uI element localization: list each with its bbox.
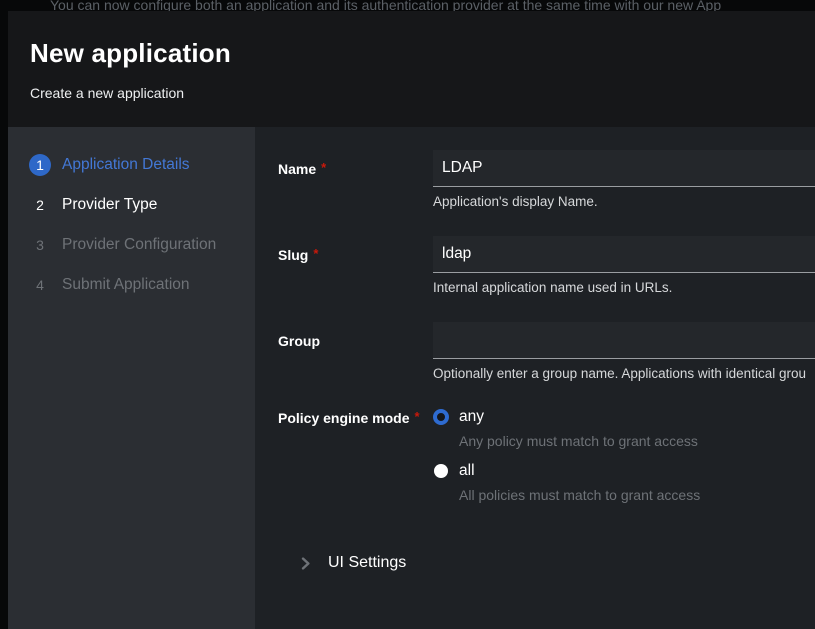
application-details-form: Name * Application's display Name. Slug * … (255, 127, 815, 629)
form-row-group: Group Optionally enter a group name. App… (278, 322, 815, 381)
modal-subtitle: Create a new application (30, 85, 815, 101)
step-label: Application Details (62, 156, 190, 174)
radio-label-all[interactable]: all (459, 462, 475, 480)
field-label-text: Policy engine mode (278, 410, 409, 426)
banner-text: You can now configure both an applicatio… (50, 0, 815, 11)
policy-any-helper: Any policy must match to grant access (459, 433, 815, 449)
group-input[interactable] (433, 322, 815, 359)
name-input[interactable] (433, 150, 815, 187)
form-row-policy-engine-mode: Policy engine mode * any Any policy must … (278, 408, 815, 516)
step-number-badge: 4 (29, 274, 51, 296)
ui-settings-group-label: UI Settings (328, 554, 406, 572)
name-field-column: Application's display Name. (433, 150, 815, 209)
field-label-text: Name (278, 161, 316, 177)
policy-option-all: all All policies must match to grant acc… (433, 462, 815, 503)
step-number-badge: 2 (29, 194, 51, 216)
policy-option-any: any Any policy must match to grant acces… (433, 408, 815, 449)
background-banner: You can now configure both an applicatio… (0, 0, 815, 11)
name-field-helper: Application's display Name. (433, 194, 815, 209)
radio-label-any[interactable]: any (459, 408, 484, 426)
group-field-column: Optionally enter a group name. Applicati… (433, 322, 815, 381)
required-asterisk: * (414, 409, 419, 424)
ui-settings-group-toggle[interactable]: UI Settings (278, 554, 815, 572)
form-row-slug: Slug * Internal application name used in … (278, 236, 815, 295)
name-field-label: Name * (278, 150, 433, 209)
step-label: Provider Type (62, 196, 157, 214)
policy-engine-mode-options: any Any policy must match to grant acces… (433, 408, 815, 516)
required-asterisk: * (313, 246, 318, 261)
wizard-step-provider-type[interactable]: 2 Provider Type (8, 185, 255, 225)
policy-engine-mode-label: Policy engine mode * (278, 408, 433, 516)
wizard-step-provider-configuration: 3 Provider Configuration (8, 225, 255, 265)
step-number-badge: 1 (29, 154, 51, 176)
wizard-step-application-details[interactable]: 1 Application Details (8, 145, 255, 185)
chevron-right-icon[interactable] (298, 556, 312, 570)
slug-field-column: Internal application name used in URLs. (433, 236, 815, 295)
slug-field-label: Slug * (278, 236, 433, 295)
field-label-text: Group (278, 333, 320, 349)
form-row-name: Name * Application's display Name. (278, 150, 815, 209)
field-label-text: Slug (278, 247, 308, 263)
group-field-helper: Optionally enter a group name. Applicati… (433, 366, 815, 381)
modal-title: New application (30, 38, 815, 69)
required-asterisk: * (321, 160, 326, 175)
slug-input[interactable] (433, 236, 815, 273)
wizard-step-nav: 1 Application Details 2 Provider Type 3 … (8, 127, 255, 629)
step-label: Submit Application (62, 276, 190, 294)
modal-body: 1 Application Details 2 Provider Type 3 … (8, 127, 815, 629)
modal-header: New application Create a new application (8, 11, 815, 127)
step-number-badge: 3 (29, 234, 51, 256)
step-label: Provider Configuration (62, 236, 216, 254)
group-field-label: Group (278, 322, 433, 381)
radio-button-any[interactable] (433, 409, 449, 425)
slug-field-helper: Internal application name used in URLs. (433, 280, 815, 295)
radio-button-all[interactable] (434, 464, 448, 478)
policy-all-helper: All policies must match to grant access (459, 487, 815, 503)
wizard-step-submit-application: 4 Submit Application (8, 265, 255, 305)
new-application-modal: New application Create a new application… (8, 11, 815, 629)
